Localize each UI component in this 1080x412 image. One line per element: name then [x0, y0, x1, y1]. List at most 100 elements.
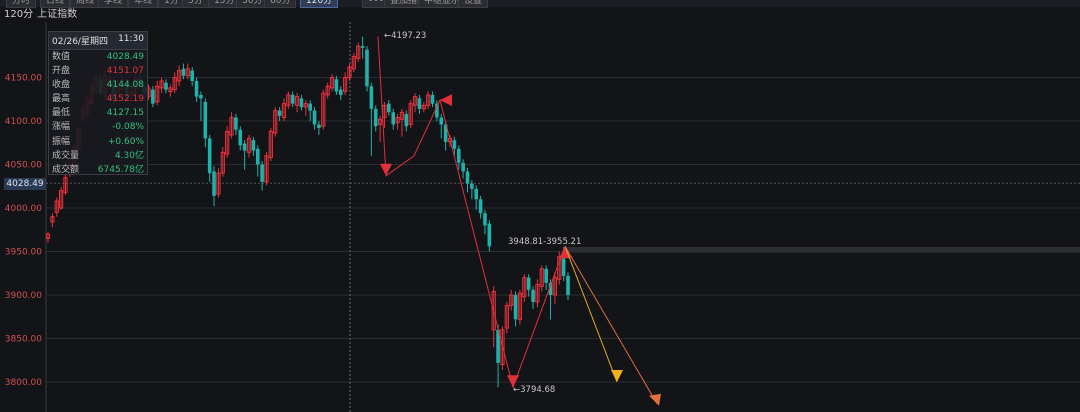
annotation-label: 3948.81-3955.21 [508, 237, 581, 247]
candle-body [199, 94, 203, 99]
candle-body [483, 213, 487, 226]
info-row: 成交额 6745.78亿 [49, 163, 147, 177]
info-row: 振幅 +0.60% [49, 135, 147, 149]
candle-body [234, 117, 238, 130]
candle-body [207, 138, 212, 174]
candle-body [203, 101, 208, 139]
info-value: 4152.19 [106, 94, 144, 105]
candle-body [338, 89, 343, 95]
info-row: 成交量 4.30亿 [49, 149, 147, 163]
info-row: 最低 4127.15 [49, 106, 147, 120]
candle-body [151, 89, 155, 104]
info-row: 涨幅 -0.08% [49, 120, 147, 134]
info-value: 4.30亿 [114, 150, 144, 161]
info-row: 最高 4152.19 [49, 92, 147, 106]
current-value-tag: 4028.49 [4, 178, 46, 190]
arrow-marker [611, 370, 623, 382]
candle-body [566, 275, 570, 295]
candle-body [277, 110, 282, 116]
y-tick-label: 3950.00 [5, 248, 42, 258]
arrow-marker [440, 94, 452, 107]
candle-body [299, 98, 304, 108]
info-label: 最高 [52, 94, 71, 105]
candle-body [365, 49, 369, 87]
projection-line [564, 246, 658, 405]
candle-body [465, 171, 470, 184]
candle-body [369, 86, 374, 109]
candle-body [194, 80, 199, 97]
candlestick-chart[interactable]: 4150.00 4100.00 4050.00 4000.00 3950.00 3900.… [0, 0, 1080, 412]
candle-body [430, 94, 435, 104]
annotation-label: ←4197.23 [384, 31, 426, 41]
candle-body [531, 289, 535, 302]
info-box: 02/26/星期四 11:30 数值 4028.49 开盘 4151.07 收盘 4144… [48, 31, 148, 175]
candle-body [470, 183, 474, 189]
candle-body [544, 268, 548, 283]
y-tick-label: 4100.00 [5, 117, 42, 127]
candle-body [190, 70, 195, 81]
candle-body [439, 117, 444, 125]
info-date: 02/26/星期四 [52, 37, 108, 47]
info-label: 成交额 [52, 164, 80, 175]
candle-body [526, 277, 531, 290]
info-value: -0.08% [112, 122, 144, 133]
candle-body [251, 140, 256, 151]
annotation-label: ←3794.68 [513, 385, 555, 395]
projection-line [564, 246, 618, 383]
y-tick-label: 3850.00 [5, 335, 42, 345]
candle-body [417, 98, 422, 109]
candle-body [452, 140, 457, 149]
info-row: 收盘 4144.08 [49, 78, 147, 92]
info-value: 4028.49 [106, 52, 144, 62]
swing-line [377, 36, 566, 389]
y-tick-label: 4000.00 [5, 204, 42, 214]
y-tick-label: 4150.00 [5, 74, 42, 84]
arrow-marker [649, 393, 661, 406]
info-value: 6745.78亿 [97, 164, 144, 175]
y-tick-label: 3900.00 [5, 291, 42, 301]
info-row: 数值 4028.49 [49, 50, 147, 64]
y-tick-label: 4050.00 [5, 161, 42, 171]
candle-body [478, 199, 483, 214]
info-header: 02/26/星期四 11:30 [49, 32, 147, 50]
candle-body [474, 188, 479, 200]
info-time: 11:30 [118, 34, 144, 44]
candle-body [360, 46, 365, 48]
candle-body [260, 164, 264, 182]
info-label: 最低 [52, 108, 71, 119]
info-label: 涨幅 [52, 122, 71, 133]
candle-body [561, 258, 566, 276]
arrow-marker [380, 163, 392, 176]
info-label: 振幅 [52, 136, 71, 147]
candle-body [391, 112, 396, 125]
candle-body [461, 162, 465, 172]
y-tick-label: 3800.00 [5, 378, 42, 388]
candle-body [317, 124, 321, 128]
candle-body [242, 143, 247, 151]
info-row: 开盘 4151.07 [49, 64, 147, 78]
info-label: 数值 [52, 52, 71, 62]
candle-body [404, 114, 409, 127]
info-value: 4144.08 [106, 80, 144, 91]
range-band [563, 246, 1080, 253]
candle-body [334, 79, 339, 92]
candle-body [312, 110, 317, 125]
candle-body [212, 171, 216, 196]
candle-body [456, 148, 461, 163]
info-value: 4151.07 [106, 66, 144, 77]
info-label: 收盘 [52, 80, 71, 91]
candle-body [308, 103, 312, 111]
info-rows: 数值 4028.49 开盘 4151.07 收盘 4144.08 最高 4152.19 最低 41… [49, 50, 147, 177]
candle-body [487, 223, 492, 247]
candle-body [387, 103, 391, 113]
candle-body [238, 129, 243, 146]
info-value: 4127.15 [106, 108, 144, 119]
candle-body [290, 94, 295, 104]
candle-body [181, 68, 186, 76]
info-label: 开盘 [52, 66, 71, 77]
candle-body [255, 148, 260, 165]
candle-body [513, 295, 518, 320]
info-label: 成交量 [52, 150, 80, 161]
candle-body [164, 82, 168, 90]
candle-body [373, 108, 378, 127]
